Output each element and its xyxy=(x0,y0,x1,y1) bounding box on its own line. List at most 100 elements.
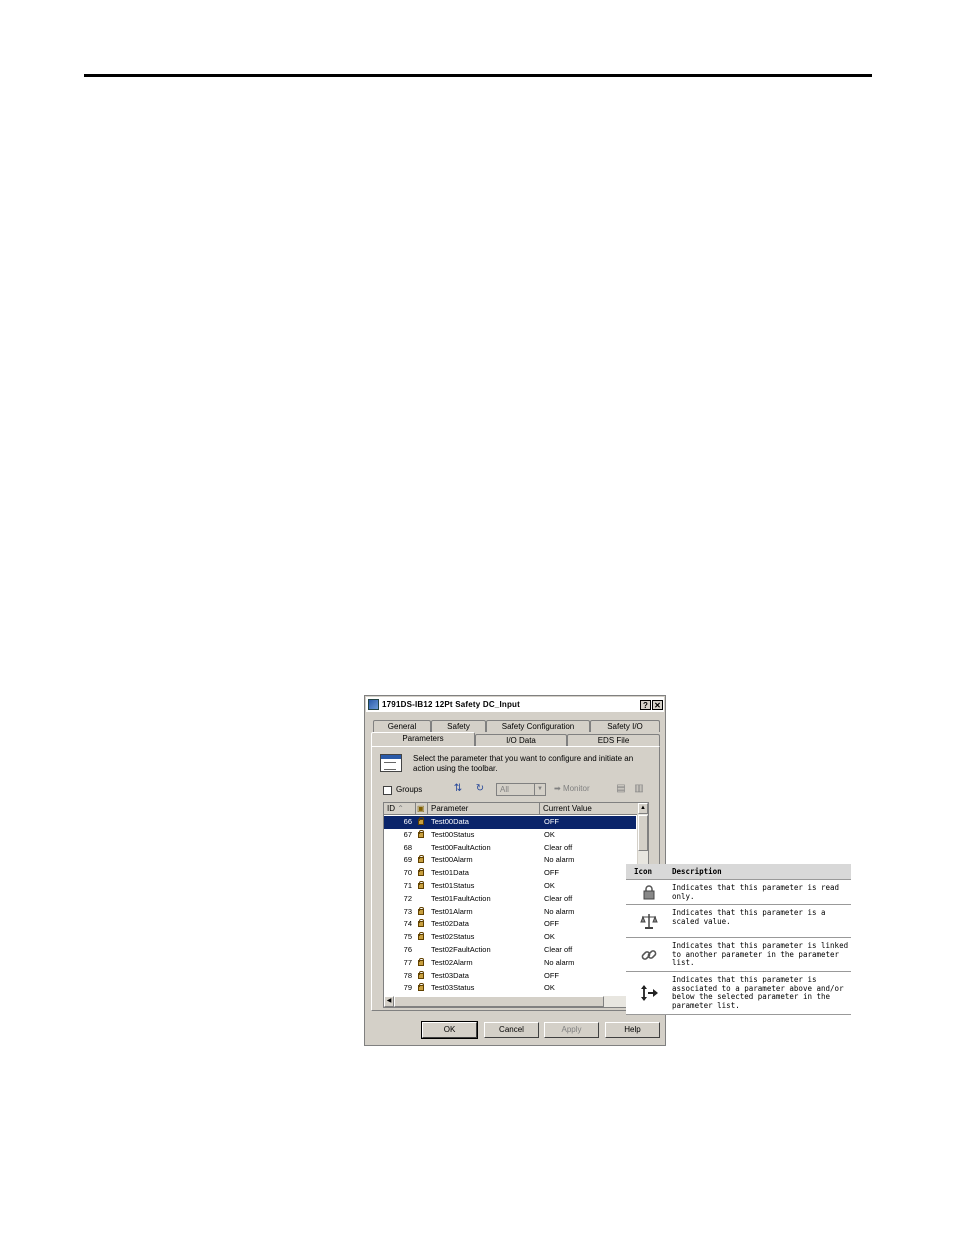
row-id: 66 xyxy=(403,817,412,826)
upload-device-icon[interactable]: ▤ xyxy=(615,783,627,795)
table-row[interactable]: 75 Test02Status OK xyxy=(384,931,636,944)
row-parameter: Test02Alarm xyxy=(431,957,473,967)
scroll-left-icon[interactable]: ◀ xyxy=(384,996,394,1007)
row-parameter: Test01Status xyxy=(431,881,475,890)
ok-button[interactable]: OK xyxy=(421,1021,478,1039)
apply-button[interactable]: Apply xyxy=(544,1022,599,1038)
tab-eds-file[interactable]: EDS File xyxy=(567,734,660,746)
column-header-parameter[interactable]: Parameter xyxy=(428,803,540,815)
horizontal-scrollbar[interactable]: ◀ xyxy=(384,996,648,1007)
row-icon-cell xyxy=(416,970,428,983)
row-id: 76 xyxy=(403,945,412,954)
online-download-icon[interactable]: ⇅ xyxy=(452,783,464,795)
lock-icon xyxy=(418,957,424,966)
lock-icon xyxy=(418,970,424,979)
lock-icon xyxy=(418,906,424,915)
cancel-button[interactable]: Cancel xyxy=(484,1022,539,1038)
row-current-value: OFF xyxy=(544,919,559,929)
column-header-id[interactable]: ID ⌃ xyxy=(384,803,416,815)
row-icon-cell xyxy=(416,893,428,906)
lock-icon xyxy=(418,829,424,838)
table-row[interactable]: 73 Test01Alarm No alarm xyxy=(384,906,636,919)
table-row[interactable]: 67 Test00Status OK xyxy=(384,829,636,842)
table-row[interactable]: 74 Test02Data OFF xyxy=(384,918,636,931)
row-parameter: Test03Status xyxy=(431,983,475,993)
row-icon-cell xyxy=(416,931,428,944)
row-icon-cell xyxy=(416,867,428,880)
legend-row: Indicates that this parameter is linked … xyxy=(626,938,851,972)
row-current-value: Clear off xyxy=(544,945,573,954)
arrow-right-icon: ➡ xyxy=(554,784,561,793)
row-parameter: Test00Status xyxy=(431,829,475,839)
row-parameter: Test00FaultAction xyxy=(431,842,491,852)
help-button[interactable]: Help xyxy=(605,1022,660,1038)
filter-combo-value: All xyxy=(500,785,509,794)
refresh-icon[interactable]: ↻ xyxy=(474,783,486,795)
download-device-icon[interactable]: ▥ xyxy=(633,783,645,795)
monitor-label: Monitor xyxy=(562,784,590,793)
row-current-value: No alarm xyxy=(544,855,575,865)
legend-row: Indicates that this parameter is a scale… xyxy=(626,905,851,938)
table-row[interactable]: 78 Test03Data OFF xyxy=(384,970,636,983)
table-row[interactable]: 79 Test03Status OK xyxy=(384,982,636,995)
table-row[interactable]: 68 Test00FaultAction Clear off xyxy=(384,842,636,855)
tab-io-data[interactable]: I/O Data xyxy=(475,734,567,746)
tab-general[interactable]: General xyxy=(373,720,431,732)
tab-safety[interactable]: Safety xyxy=(431,720,486,732)
table-row[interactable]: 70 Test01Data OFF xyxy=(384,867,636,880)
filter-combo[interactable]: All ▼ xyxy=(496,783,546,796)
lock-icon xyxy=(418,881,424,889)
column-header-lock-icon[interactable]: ▣ xyxy=(416,803,428,815)
lock-icon xyxy=(418,855,424,864)
legend-description: Indicates that this parameter is a scale… xyxy=(672,908,826,926)
dialog-title: 1791DS-IB12 12Pt Safety DC_Input xyxy=(382,700,521,709)
parameter-grid[interactable]: ID ⌃ ▣ Parameter Current Value 66 Test00D… xyxy=(383,802,649,1008)
row-icon-cell xyxy=(416,816,428,829)
row-id: 70 xyxy=(403,868,412,878)
table-row[interactable]: 71 Test01Status OK xyxy=(384,880,636,893)
close-button[interactable]: ✕ xyxy=(652,699,663,710)
column-header-current-value[interactable]: Current Value xyxy=(540,803,640,815)
tab-parameters[interactable]: Parameters xyxy=(371,732,475,746)
row-current-value: OFF xyxy=(544,868,559,878)
scroll-up-icon[interactable]: ▲ xyxy=(638,803,648,814)
app-icon xyxy=(368,699,379,710)
lock-icon xyxy=(418,983,424,992)
legend-row: Indicates that this parameter is read on… xyxy=(626,880,851,905)
row-icon-cell xyxy=(416,982,428,995)
row-id: 68 xyxy=(403,842,412,852)
tab-safety-configuration[interactable]: Safety Configuration xyxy=(486,720,590,732)
table-row[interactable]: 77 Test02Alarm No alarm xyxy=(384,957,636,970)
page-header-rule xyxy=(84,74,872,77)
row-current-value: Clear off xyxy=(544,842,573,852)
tab-safety-io[interactable]: Safety I/O xyxy=(590,720,660,732)
table-row[interactable]: 72 Test01FaultAction Clear off xyxy=(384,893,636,906)
legend-header-icon: Icon xyxy=(634,867,653,876)
groups-label: Groups xyxy=(396,785,423,794)
row-icon-cell xyxy=(416,906,428,919)
row-id: 79 xyxy=(403,983,412,993)
vertical-scroll-thumb[interactable] xyxy=(638,815,648,851)
row-id: 73 xyxy=(403,906,412,916)
help-title-button[interactable]: ? xyxy=(640,699,651,710)
row-icon-cell xyxy=(416,829,428,842)
row-parameter: Test02FaultAction xyxy=(431,945,491,954)
grid-header: ID ⌃ ▣ Parameter Current Value xyxy=(384,803,640,815)
monitor-button[interactable]: ➡ Monitor xyxy=(554,784,590,793)
table-row[interactable]: 66 Test00Data OFF xyxy=(384,816,636,829)
groups-checkbox[interactable] xyxy=(383,786,392,795)
association-arrows-icon xyxy=(626,972,672,1014)
lock-icon xyxy=(418,932,424,941)
row-current-value: OK xyxy=(544,932,555,942)
row-parameter: Test00Alarm xyxy=(431,855,473,865)
table-row[interactable]: 76 Test02FaultAction Clear off xyxy=(384,944,636,957)
row-id: 78 xyxy=(403,970,412,980)
row-current-value: OK xyxy=(544,829,555,839)
row-parameter: Test01Alarm xyxy=(431,906,473,916)
row-parameter: Test00Data xyxy=(431,817,469,826)
horizontal-scroll-thumb[interactable] xyxy=(394,996,604,1007)
row-parameter: Test01FaultAction xyxy=(431,893,491,903)
table-row[interactable]: 69 Test00Alarm No alarm xyxy=(384,854,636,867)
row-id: 72 xyxy=(403,893,412,903)
row-icon-cell xyxy=(416,854,428,867)
